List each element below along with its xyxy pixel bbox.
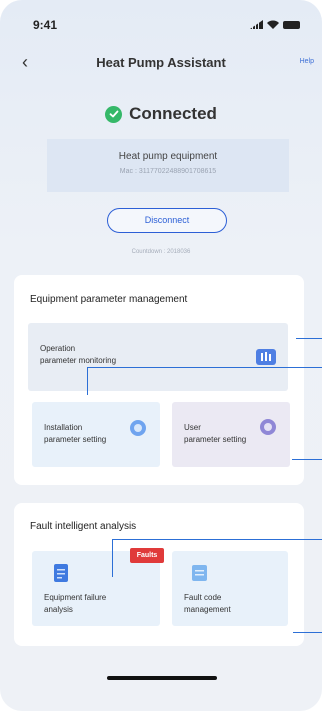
monitor-icon <box>256 349 276 365</box>
callout-line-user <box>292 459 322 460</box>
connection-status: Connected <box>0 104 322 124</box>
user-setting-label: User parameter setting <box>184 423 247 444</box>
wifi-icon <box>267 20 279 29</box>
installation-gear-icon <box>130 420 146 436</box>
user-setting-tile[interactable]: User parameter setting <box>172 402 290 467</box>
battery-icon <box>283 20 300 29</box>
equipment-failure-label: Equipment failure analysis <box>44 593 107 614</box>
callout-line-installation <box>87 367 322 368</box>
installation-setting-label: Installation parameter setting <box>44 423 107 444</box>
signal-icon <box>250 20 263 29</box>
disconnect-button[interactable]: Disconnect <box>107 208 227 233</box>
device-info-box: Heat pump equipment Mac : 31177022488901… <box>47 139 289 192</box>
fault-code-icon <box>192 565 207 581</box>
callout-stem-failure <box>112 539 113 577</box>
fault-analysis-title: Fault intelligent analysis <box>30 521 137 532</box>
callout-line-failure <box>112 539 322 540</box>
callout-line-fault-code <box>293 632 322 633</box>
device-mac: Mac : 31177022488901708615 <box>119 168 217 175</box>
status-bar: 9:41 <box>0 18 322 34</box>
nav-bar: ‹ Heat Pump Assistant Help <box>0 52 322 76</box>
status-time: 9:41 <box>33 18 58 32</box>
fault-code-label: Fault code management <box>184 593 231 614</box>
help-link[interactable]: Help <box>300 58 314 65</box>
callout-stem-installation <box>87 367 88 395</box>
failure-document-icon <box>54 564 68 582</box>
parameter-management-title: Equipment parameter management <box>30 294 188 305</box>
operation-monitoring-tile[interactable]: Operation parameter monitoring <box>28 323 288 391</box>
page-title: Heat Pump Assistant <box>96 55 226 70</box>
fault-code-tile[interactable]: Fault code management <box>172 551 288 626</box>
countdown-text: Countdown : 2018036 <box>131 249 191 255</box>
home-indicator <box>107 676 217 680</box>
phone-screen: 9:41 ‹ Heat Pump Assistant Help Connecte… <box>0 0 322 711</box>
fault-analysis-card: Fault intelligent analysis Equipment fai… <box>14 503 304 646</box>
operation-monitoring-label: Operation parameter monitoring <box>40 344 117 365</box>
connection-status-text: Connected <box>129 104 217 123</box>
callout-line-operation <box>296 338 322 339</box>
device-name: Heat pump equipment <box>118 151 218 162</box>
installation-setting-tile[interactable]: Installation parameter setting <box>32 402 160 467</box>
user-gear-icon <box>260 419 276 435</box>
status-icons <box>250 20 300 29</box>
parameter-management-card: Equipment parameter management Operation… <box>14 275 304 485</box>
faults-badge: Faults <box>130 548 164 563</box>
check-circle-icon <box>105 105 123 123</box>
